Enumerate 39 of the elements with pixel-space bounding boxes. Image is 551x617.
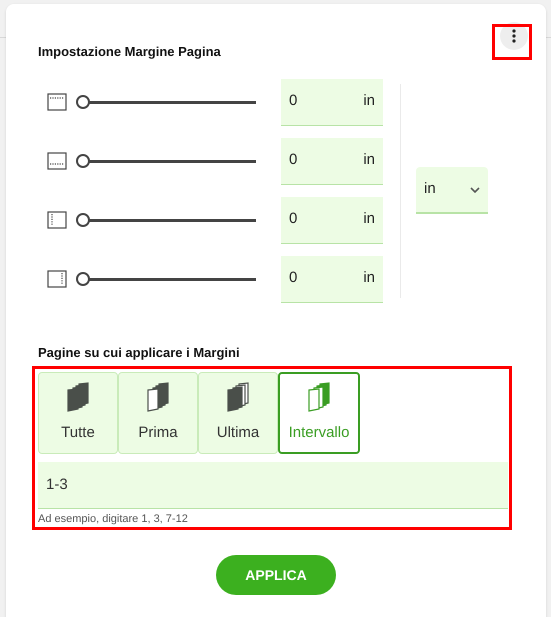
margin-field[interactable]: 0 in bbox=[281, 78, 383, 126]
section-title: Impostazione Margine Pagina bbox=[38, 43, 222, 61]
margin-slider[interactable] bbox=[76, 213, 256, 227]
highlight-frame bbox=[492, 24, 532, 60]
range-field[interactable]: 1-3 bbox=[38, 462, 508, 509]
margin-field[interactable]: 0 in bbox=[281, 138, 383, 184]
unit-label: in bbox=[363, 268, 375, 288]
unit-label: in bbox=[363, 91, 375, 112]
margin-value: 0 bbox=[289, 209, 298, 230]
margin-icon bbox=[47, 152, 67, 170]
margin-icon bbox=[47, 93, 67, 111]
margin-slider[interactable] bbox=[76, 272, 256, 286]
margin-field[interactable]: 0 in bbox=[281, 256, 383, 302]
margin-value: 0 bbox=[289, 150, 298, 170]
more-icon bbox=[512, 29, 516, 43]
unit-label: in bbox=[363, 150, 375, 170]
slider-thumb[interactable] bbox=[76, 154, 90, 168]
section-title: Pagine su cui applicare i Margini bbox=[38, 344, 241, 362]
pages-icon bbox=[66, 382, 90, 412]
pages-icon bbox=[307, 382, 331, 412]
margin-value: 0 bbox=[289, 268, 298, 288]
slider-thumb[interactable] bbox=[76, 95, 90, 109]
margin-slider[interactable] bbox=[76, 95, 256, 109]
margin-field[interactable]: 0 in bbox=[281, 196, 383, 244]
helper-text: Ad esempio, digitare 1, 3, 7-12 bbox=[38, 512, 189, 527]
page-option-tab[interactable]: Prima bbox=[118, 372, 198, 454]
margin-icon bbox=[47, 270, 67, 288]
slider-thumb[interactable] bbox=[76, 213, 90, 227]
page-option-tab[interactable]: Ultima bbox=[198, 372, 278, 454]
pages-icon bbox=[226, 382, 250, 412]
page-option-tab[interactable]: Tutte bbox=[38, 372, 118, 454]
margin-icon bbox=[47, 211, 67, 229]
unit-label: in bbox=[363, 209, 375, 230]
unit-dropdown[interactable]: in bbox=[416, 167, 488, 214]
chevron-down-icon bbox=[470, 186, 480, 192]
pages-icon bbox=[146, 382, 170, 412]
margin-slider[interactable] bbox=[76, 154, 256, 168]
slider-thumb[interactable] bbox=[76, 272, 90, 286]
margin-value: 0 bbox=[289, 91, 298, 112]
